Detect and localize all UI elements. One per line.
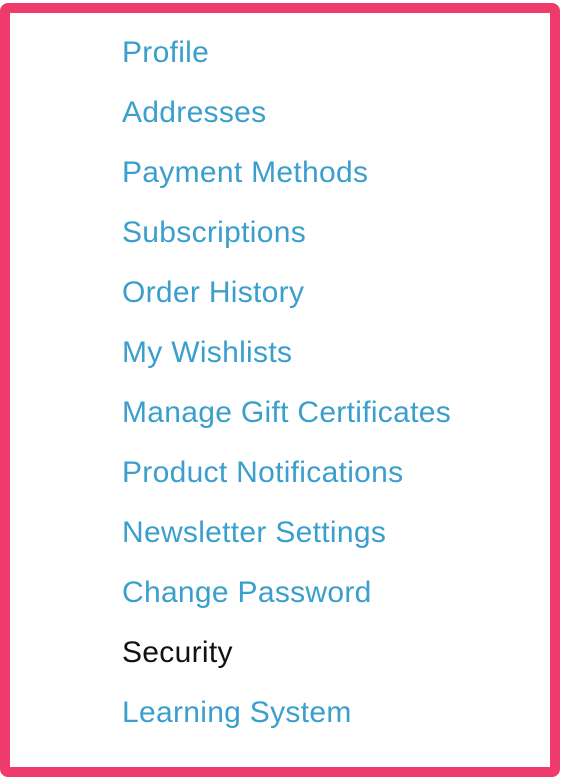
menu-item-learning-system[interactable]: Learning System: [122, 692, 451, 752]
menu-item-addresses[interactable]: Addresses: [122, 92, 451, 152]
menu-item-change-password[interactable]: Change Password: [122, 572, 451, 632]
menu-item-subscriptions[interactable]: Subscriptions: [122, 212, 451, 272]
menu-item-profile[interactable]: Profile: [122, 32, 451, 92]
menu-item-product-notifications[interactable]: Product Notifications: [122, 452, 451, 512]
menu-item-my-wishlists[interactable]: My Wishlists: [122, 332, 451, 392]
menu-item-security: Security: [122, 636, 233, 669]
menu-item-manage-gift-certificates[interactable]: Manage Gift Certificates: [122, 392, 451, 452]
menu-item-newsletter-settings[interactable]: Newsletter Settings: [122, 512, 451, 572]
account-menu-panel: Profile Addresses Payment Methods Subscr…: [0, 3, 560, 777]
menu-item-order-history[interactable]: Order History: [122, 272, 451, 332]
menu-item-payment-methods[interactable]: Payment Methods: [122, 152, 451, 212]
account-menu: Profile Addresses Payment Methods Subscr…: [122, 32, 451, 752]
